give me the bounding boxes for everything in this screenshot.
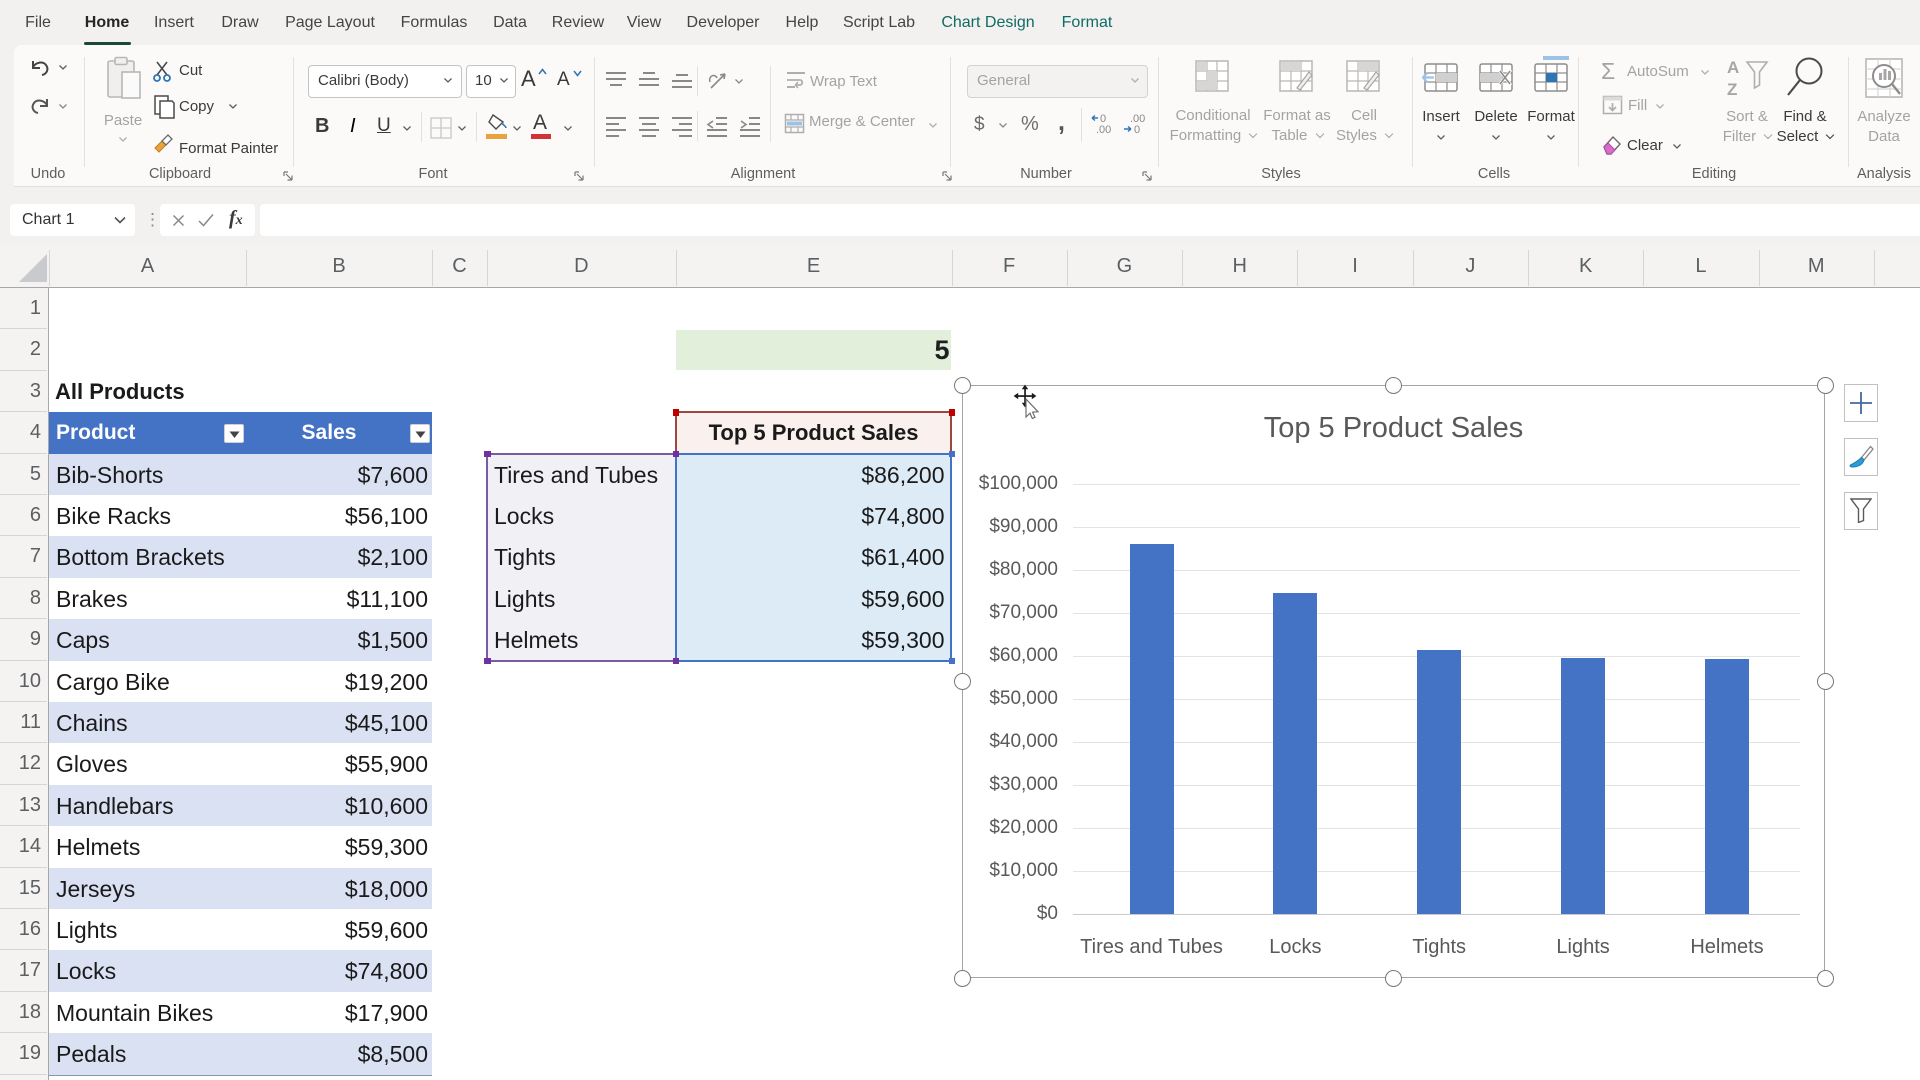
svg-text:0: 0	[1134, 124, 1140, 136]
svg-text:.00: .00	[1096, 124, 1111, 136]
svg-text:A: A	[1727, 58, 1739, 77]
svg-text:Z: Z	[1727, 80, 1737, 99]
